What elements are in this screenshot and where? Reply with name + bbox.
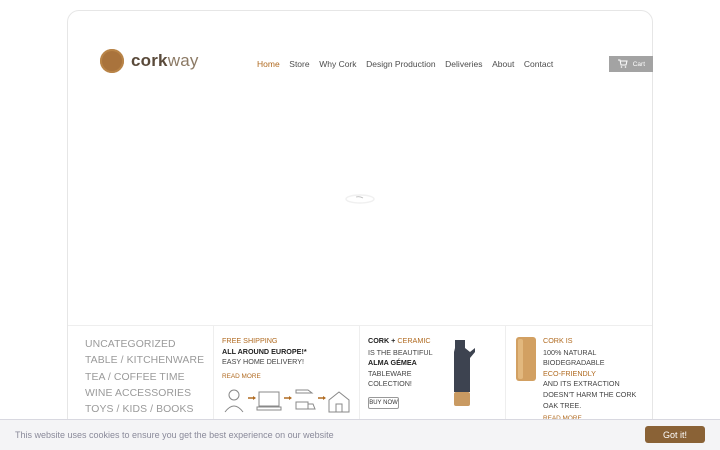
nav-design-production[interactable]: Design Production xyxy=(366,59,435,69)
category-tea-coffee[interactable]: TEA / COFFEE TIME xyxy=(85,370,204,386)
nav-deliveries[interactable]: Deliveries xyxy=(445,59,482,69)
buy-now-button[interactable]: BUY NOW xyxy=(368,397,399,409)
promo-text: OAK TREE. xyxy=(543,400,582,410)
brand-name: corkway xyxy=(131,51,199,70)
column-divider xyxy=(359,325,360,420)
nav-store[interactable]: Store xyxy=(289,59,309,69)
category-wine-accessories[interactable]: WINE ACCESSORIES xyxy=(85,386,204,402)
category-list: UNCATEGORIZED TABLE / KITCHENWARE TEA / … xyxy=(85,337,204,418)
promo-highlight: ECO-FRIENDLY xyxy=(543,368,596,378)
promo-text: 100% NATURAL xyxy=(543,347,597,357)
promo-text: BIODEGRADABLE xyxy=(543,358,605,368)
promo-text: IS THE BEAUTIFUL xyxy=(368,347,433,357)
promo-cork-ceramic: CORK + CERAMIC IS THE BEAUTIFUL ALMA GÉM… xyxy=(368,336,433,390)
promo-title: FREE SHIPPING xyxy=(222,336,278,345)
nav-home[interactable]: Home xyxy=(257,59,280,69)
promo-title: CORK + CERAMIC xyxy=(368,336,431,345)
promo-highlight: ALMA GÉMEA xyxy=(368,358,417,368)
nav-about[interactable]: About xyxy=(492,59,514,69)
promo-free-shipping: FREE SHIPPING ALL AROUND EUROPE!* EASY H… xyxy=(222,336,307,382)
column-divider xyxy=(505,325,506,420)
read-more-link[interactable]: READ MORE xyxy=(222,372,307,383)
cart-button[interactable]: Cart xyxy=(609,56,653,72)
cart-label: Cart xyxy=(632,60,645,68)
cork-logo-icon xyxy=(100,49,124,73)
cookie-accept-button[interactable]: Got it! xyxy=(645,426,705,443)
brand-logo[interactable]: corkway xyxy=(100,49,199,73)
promo-title: CORK IS xyxy=(543,336,573,345)
promo-text: COLECTION! xyxy=(368,379,412,389)
cork-cylinder-icon xyxy=(516,337,536,381)
delivery-process-icon xyxy=(224,389,350,413)
cart-icon xyxy=(618,59,628,68)
category-uncategorized[interactable]: UNCATEGORIZED xyxy=(85,337,204,353)
main-nav: Home Store Why Cork Design Production De… xyxy=(257,59,563,69)
promo-text: AND ITS EXTRACTION xyxy=(543,379,620,389)
category-toys-kids-books[interactable]: TOYS / KIDS / BOOKS xyxy=(85,402,204,418)
promo-text: DOESN'T HARM THE CORK xyxy=(543,389,637,399)
category-table-kitchenware[interactable]: TABLE / KITCHENWARE xyxy=(85,353,204,369)
promo-cork-is: CORK IS 100% NATURAL BIODEGRADABLE ECO-F… xyxy=(543,336,636,425)
cookie-banner: This website uses cookies to ensure you … xyxy=(0,419,720,450)
promo-text: EASY HOME DELIVERY! xyxy=(222,357,305,367)
promo-highlight: ALL AROUND EUROPE!* xyxy=(222,346,307,356)
loading-spinner-icon xyxy=(345,194,375,204)
ceramic-bottle-icon xyxy=(454,340,475,406)
nav-contact[interactable]: Contact xyxy=(524,59,553,69)
column-divider xyxy=(213,325,214,420)
promo-text: TABLEWARE xyxy=(368,368,412,378)
cookie-message: This website uses cookies to ensure you … xyxy=(15,430,334,440)
nav-why-cork[interactable]: Why Cork xyxy=(319,59,356,69)
